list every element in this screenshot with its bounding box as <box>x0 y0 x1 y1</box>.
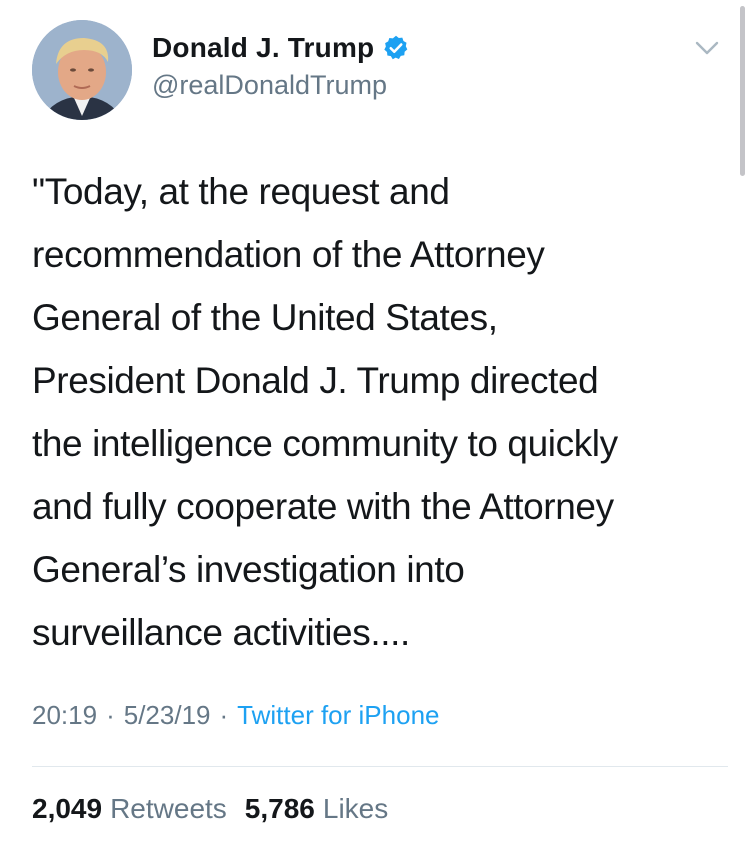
likes-label: Likes <box>322 793 389 824</box>
retweets-label: Retweets <box>110 793 227 824</box>
verified-badge-icon <box>382 34 410 62</box>
avatar[interactable] <box>32 20 132 120</box>
name-row: Donald J. Trump <box>152 30 410 66</box>
chevron-down-icon[interactable] <box>692 36 722 60</box>
meta-separator: · <box>219 700 229 730</box>
display-name[interactable]: Donald J. Trump <box>152 32 374 64</box>
meta-separator: · <box>106 700 115 730</box>
likes-stat[interactable]: 5,786 Likes <box>245 793 388 825</box>
retweets-stat[interactable]: 2,049 Retweets <box>32 793 227 825</box>
scrollbar[interactable] <box>740 6 745 176</box>
tweet-stats: 2,049 Retweets 5,786 Likes <box>32 793 406 825</box>
divider <box>32 766 728 767</box>
tweet-date: 5/23/19 <box>123 700 211 730</box>
author-block[interactable]: Donald J. Trump @realDonaldTrump <box>152 30 410 101</box>
likes-count: 5,786 <box>244 793 315 824</box>
avatar-image <box>32 20 132 120</box>
tweet-time: 20:19 <box>32 700 98 730</box>
tweet-text: "Today, at the request and recommendatio… <box>32 171 618 653</box>
user-handle[interactable]: @realDonaldTrump <box>152 70 410 101</box>
tweet-source-link[interactable]: Twitter for iPhone <box>237 700 439 731</box>
retweets-count: 2,049 <box>32 793 103 824</box>
tweet-detail: Donald J. Trump @realDonaldTrump "Today,… <box>0 0 750 854</box>
tweet-metadata: 20:19 · 5/23/19 · Twitter for iPhone <box>32 700 439 731</box>
